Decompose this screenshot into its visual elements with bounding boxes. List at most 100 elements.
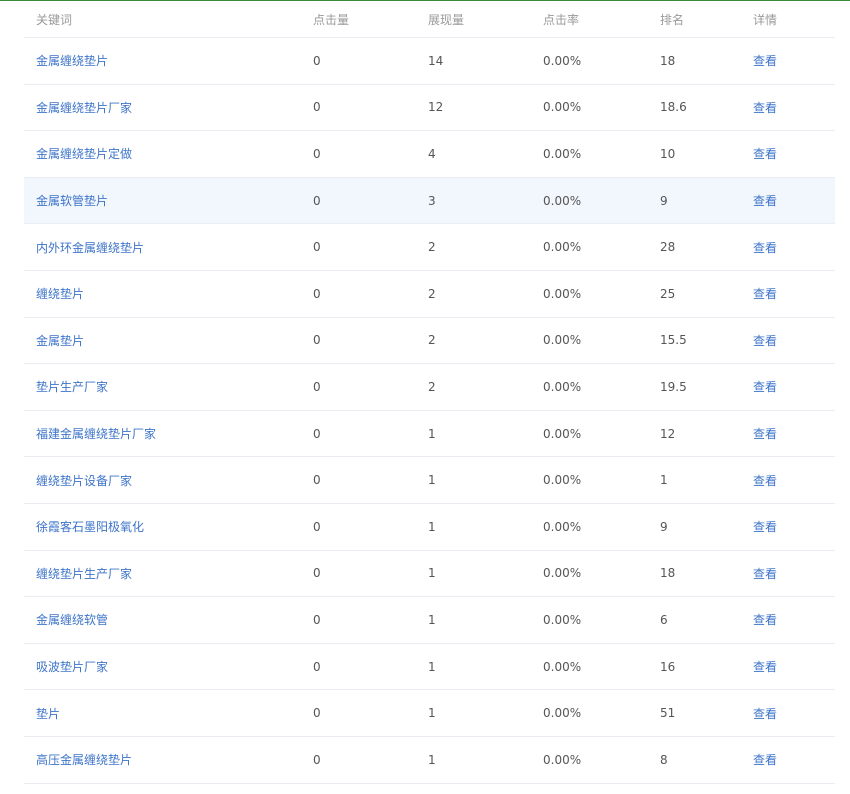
clicks-cell: 0 — [313, 411, 321, 457]
keyword-link[interactable]: 高压金属缠绕垫片 — [36, 751, 132, 768]
detail-cell: 查看 — [753, 38, 777, 84]
view-detail-link[interactable]: 查看 — [753, 472, 777, 489]
ctr-value: 0.00% — [543, 566, 582, 581]
keyword-link[interactable]: 吸波垫片厂家 — [36, 658, 108, 675]
keyword-link[interactable]: 缠绕垫片设备厂家 — [36, 472, 132, 489]
view-detail-link[interactable]: 查看 — [753, 332, 777, 349]
ctr-value: 0.00% — [543, 379, 582, 394]
view-detail-link[interactable]: 查看 — [753, 52, 777, 69]
detail-cell: 查看 — [753, 318, 777, 364]
view-detail-link[interactable]: 查看 — [753, 705, 777, 722]
view-detail-link[interactable]: 查看 — [753, 285, 777, 302]
rank-cell: 15.5 — [660, 318, 687, 364]
clicks-cell: 0 — [313, 737, 321, 783]
keyword-table: 关键词 点击量 展现量 点击率 排名 详情 金属缠绕垫片 0 14 0.00% 18 查看… — [24, 1, 835, 784]
ctr-value: 0.00% — [543, 659, 582, 674]
rank-cell: 25 — [660, 271, 675, 317]
ctr-value: 0.00% — [543, 286, 582, 301]
keyword-link[interactable]: 垫片生产厂家 — [36, 378, 108, 395]
rank-value: 28 — [660, 240, 676, 255]
rank-value: 18 — [660, 53, 676, 68]
clicks-value: 0 — [313, 333, 321, 348]
rank-value: 19.5 — [660, 379, 687, 394]
ctr-cell: 0.00% — [543, 644, 581, 690]
view-detail-link[interactable]: 查看 — [753, 425, 777, 442]
view-detail-link[interactable]: 查看 — [753, 239, 777, 256]
keyword-link[interactable]: 金属软管垫片 — [36, 192, 108, 209]
view-detail-link[interactable]: 查看 — [753, 145, 777, 162]
rank-value: 1 — [660, 473, 668, 488]
keyword-link[interactable]: 金属缠绕垫片 — [36, 52, 108, 69]
detail-cell: 查看 — [753, 271, 777, 317]
view-detail-link[interactable]: 查看 — [753, 99, 777, 116]
keyword-link[interactable]: 垫片 — [36, 705, 60, 722]
table-row: 高压金属缠绕垫片 0 1 0.00% 8 查看 — [24, 737, 835, 784]
keyword-link[interactable]: 缠绕垫片 — [36, 285, 84, 302]
ctr-value: 0.00% — [543, 193, 582, 208]
clicks-value: 0 — [313, 752, 321, 767]
impressions-cell: 1 — [428, 737, 436, 783]
clicks-value: 0 — [313, 473, 321, 488]
keyword-link[interactable]: 徐霞客石墨阳极氧化 — [36, 518, 144, 535]
ctr-cell: 0.00% — [543, 504, 581, 550]
header-ctr: 点击率 — [543, 12, 580, 27]
impressions-value: 12 — [428, 100, 444, 115]
view-detail-link[interactable]: 查看 — [753, 611, 777, 628]
rank-value: 8 — [660, 752, 668, 767]
keyword-link[interactable]: 缠绕垫片生产厂家 — [36, 565, 132, 582]
impressions-value: 4 — [428, 146, 436, 161]
keyword-cell: 内外环金属缠绕垫片 — [36, 224, 144, 270]
ctr-cell: 0.00% — [543, 38, 581, 84]
keyword-cell: 金属缠绕软管 — [36, 597, 108, 643]
detail-cell: 查看 — [753, 457, 777, 503]
keyword-link[interactable]: 金属缠绕垫片厂家 — [36, 99, 132, 116]
impressions-cell: 12 — [428, 85, 443, 131]
rank-cell: 18 — [660, 551, 675, 597]
clicks-cell: 0 — [313, 504, 321, 550]
ctr-cell: 0.00% — [543, 318, 581, 364]
keyword-cell: 金属缠绕垫片定做 — [36, 131, 132, 177]
ctr-value: 0.00% — [543, 100, 582, 115]
detail-cell: 查看 — [753, 364, 777, 410]
impressions-cell: 3 — [428, 178, 436, 224]
rank-cell: 12 — [660, 411, 675, 457]
detail-cell: 查看 — [753, 597, 777, 643]
rank-value: 25 — [660, 286, 676, 301]
clicks-value: 0 — [313, 706, 321, 721]
view-detail-link[interactable]: 查看 — [753, 565, 777, 582]
keyword-link[interactable]: 内外环金属缠绕垫片 — [36, 239, 144, 256]
ctr-cell: 0.00% — [543, 551, 581, 597]
impressions-value: 1 — [428, 752, 436, 767]
rank-cell: 9 — [660, 178, 668, 224]
keyword-cell: 高压金属缠绕垫片 — [36, 737, 132, 783]
keyword-link[interactable]: 金属垫片 — [36, 332, 84, 349]
clicks-cell: 0 — [313, 38, 321, 84]
clicks-value: 0 — [313, 193, 321, 208]
clicks-value: 0 — [313, 53, 321, 68]
view-detail-link[interactable]: 查看 — [753, 192, 777, 209]
clicks-cell: 0 — [313, 597, 321, 643]
clicks-cell: 0 — [313, 551, 321, 597]
clicks-cell: 0 — [313, 271, 321, 317]
impressions-cell: 1 — [428, 644, 436, 690]
ctr-cell: 0.00% — [543, 271, 581, 317]
ctr-value: 0.00% — [543, 706, 582, 721]
clicks-cell: 0 — [313, 644, 321, 690]
keyword-link[interactable]: 金属缠绕软管 — [36, 611, 108, 628]
view-detail-link[interactable]: 查看 — [753, 658, 777, 675]
rank-value: 12 — [660, 426, 676, 441]
ctr-value: 0.00% — [543, 752, 582, 767]
rank-value: 9 — [660, 519, 668, 534]
table-row: 缠绕垫片 0 2 0.00% 25 查看 — [24, 271, 835, 318]
detail-cell: 查看 — [753, 551, 777, 597]
keyword-link[interactable]: 金属缠绕垫片定做 — [36, 145, 132, 162]
keyword-link[interactable]: 福建金属缠绕垫片厂家 — [36, 425, 156, 442]
header-keyword: 关键词 — [36, 12, 73, 27]
view-detail-link[interactable]: 查看 — [753, 751, 777, 768]
impressions-cell: 2 — [428, 364, 436, 410]
header-impressions: 展现量 — [428, 12, 465, 27]
view-detail-link[interactable]: 查看 — [753, 518, 777, 535]
impressions-cell: 1 — [428, 551, 436, 597]
impressions-cell: 1 — [428, 597, 436, 643]
view-detail-link[interactable]: 查看 — [753, 378, 777, 395]
